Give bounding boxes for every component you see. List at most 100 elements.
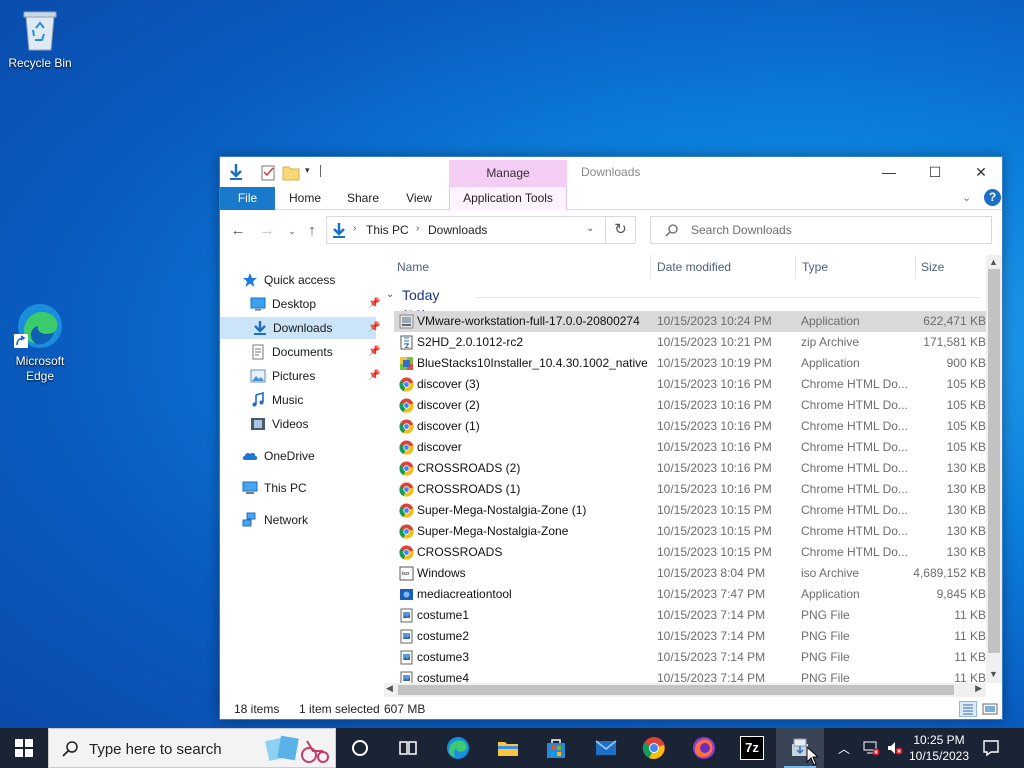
scroll-left-arrow-icon[interactable]: ◀ xyxy=(386,683,393,694)
file-row[interactable]: Super-Mega-Nostalgia-Zone (1) 10/15/2023 … xyxy=(394,500,986,521)
column-divider[interactable] xyxy=(795,255,796,279)
vertical-scroll-thumb[interactable] xyxy=(988,269,1000,653)
file-row[interactable]: CROSSROADS (2) 10/15/2023 10:16 PM Chrome … xyxy=(394,458,986,479)
file-row[interactable]: iso Windows 10/15/2023 8:04 PM iso Archive 4… xyxy=(394,563,986,584)
cortana-button[interactable] xyxy=(336,728,384,768)
taskbar-clock[interactable]: 10:25 PM 10/15/2023 xyxy=(908,732,970,764)
file-row[interactable]: CROSSROADS 10/15/2023 10:15 PM Chrome HTML… xyxy=(394,542,986,563)
nav-item-quick-access[interactable]: Quick access xyxy=(242,269,372,291)
tab-home[interactable]: Home xyxy=(282,187,328,210)
forward-arrow-icon[interactable]: → xyxy=(257,221,277,241)
nav-item-videos[interactable]: Videos xyxy=(250,413,376,435)
network-tray-icon[interactable] xyxy=(862,740,880,756)
breadcrumb-this-pc[interactable]: This PC xyxy=(366,223,409,237)
large-icons-view-icon[interactable] xyxy=(981,701,999,717)
task-view-button[interactable] xyxy=(384,728,432,768)
file-explorer-icon xyxy=(498,742,518,756)
horizontal-scrollbar[interactable]: ◀ ▶ xyxy=(384,683,986,697)
file-row[interactable]: costume1 10/15/2023 7:14 PM PNG File 11 KB xyxy=(394,605,986,626)
vertical-scrollbar[interactable]: ▲ ▼ xyxy=(986,255,1002,683)
file-row[interactable]: discover 10/15/2023 10:16 PM Chrome HTML D… xyxy=(394,437,986,458)
taskbar-store[interactable] xyxy=(532,728,580,768)
file-row[interactable]: discover (3) 10/15/2023 10:16 PM Chrome HT… xyxy=(394,374,986,395)
taskbar-search-input[interactable]: Type here to search xyxy=(89,741,222,758)
nav-item-this-pc[interactable]: This PC xyxy=(242,477,372,499)
recent-locations-chevron-icon[interactable]: ⌄ xyxy=(282,221,302,241)
nav-item-network[interactable]: Network xyxy=(242,509,372,531)
column-header-type[interactable]: Type xyxy=(802,255,828,279)
back-arrow-icon[interactable]: ← xyxy=(228,221,248,241)
show-hidden-icons-chevron-icon[interactable]: ︿ xyxy=(838,740,850,757)
column-header-date-modified[interactable]: Date modified xyxy=(657,255,731,279)
desktop-icon-recycle-bin[interactable]: Recycle Bin xyxy=(2,8,78,70)
scroll-up-arrow-icon[interactable]: ▲ xyxy=(989,257,998,267)
column-divider[interactable] xyxy=(915,255,916,279)
taskbar-file-explorer[interactable] xyxy=(484,728,532,768)
taskbar-chrome[interactable] xyxy=(630,728,678,768)
file-row[interactable]: VMware-workstation-full-17.0.0-20800274 1… xyxy=(394,311,986,332)
pin-icon: 📌 xyxy=(368,346,381,357)
scroll-down-arrow-icon[interactable]: ▼ xyxy=(989,669,998,679)
column-divider[interactable] xyxy=(650,255,651,279)
file-row[interactable]: costume2 10/15/2023 7:14 PM PNG File 11 KB xyxy=(394,626,986,647)
file-row[interactable]: BlueStacks10Installer_10.4.30.1002_nativ… xyxy=(394,353,986,374)
nav-item-documents[interactable]: Documents 📌 xyxy=(250,341,380,363)
file-name: costume3 xyxy=(417,650,470,664)
file-row[interactable]: discover (2) 10/15/2023 10:16 PM Chrome HT… xyxy=(394,395,986,416)
file-row[interactable]: CROSSROADS (1) 10/15/2023 10:16 PM Chrome … xyxy=(394,479,986,500)
details-view-icon[interactable] xyxy=(959,701,977,717)
taskbar-7zip[interactable]: 7z xyxy=(728,728,776,768)
horizontal-scroll-thumb[interactable] xyxy=(398,685,954,695)
address-dropdown-chevron-icon[interactable]: ⌄ xyxy=(586,223,594,234)
nav-item-onedrive[interactable]: OneDrive xyxy=(242,445,372,467)
start-button[interactable] xyxy=(0,728,48,768)
file-name: costume2 xyxy=(417,629,470,643)
search-input[interactable]: Search Downloads xyxy=(691,223,792,237)
tab-application-tools[interactable]: Application Tools xyxy=(449,187,567,210)
file-name: costume1 xyxy=(417,608,470,622)
collapse-chevron-icon[interactable]: ⌄ xyxy=(386,285,394,305)
minimize-button[interactable]: — xyxy=(866,157,912,187)
nav-item-pictures[interactable]: Pictures 📌 xyxy=(250,365,380,387)
taskbar-mail[interactable] xyxy=(582,728,630,768)
up-arrow-icon[interactable]: ↑ xyxy=(302,221,322,241)
breadcrumb-chevron-icon[interactable]: › xyxy=(416,223,419,234)
file-type: PNG File xyxy=(801,629,850,643)
taskbar-search-box[interactable]: Type here to search xyxy=(48,728,336,768)
scroll-right-arrow-icon[interactable]: ▶ xyxy=(975,683,982,694)
file-row[interactable]: Z S2HD_2.0.1012-rc2 10/15/2023 10:21 PM zip… xyxy=(394,332,986,353)
help-button[interactable]: ? xyxy=(984,189,1001,206)
properties-icon[interactable] xyxy=(260,162,276,182)
breadcrumb-downloads[interactable]: Downloads xyxy=(428,223,487,237)
new-folder-icon[interactable] xyxy=(282,162,300,182)
expand-ribbon-chevron-icon[interactable]: ⌄ xyxy=(962,191,971,204)
refresh-button[interactable]: ↻ xyxy=(606,216,636,244)
notifications-icon[interactable] xyxy=(982,739,1000,757)
title-bar[interactable]: ▾ Manage Downloads — ☐ ✕ xyxy=(220,157,1002,187)
tab-share[interactable]: Share xyxy=(338,187,388,210)
search-box[interactable]: Search Downloads xyxy=(650,216,992,244)
file-row[interactable]: costume3 10/15/2023 7:14 PM PNG File 11 KB xyxy=(394,647,986,668)
file-row[interactable]: Super-Mega-Nostalgia-Zone 10/15/2023 10:1… xyxy=(394,521,986,542)
desktop-icon-edge[interactable]: Microsoft Edge xyxy=(2,302,78,384)
downloads-arrow-icon xyxy=(254,321,266,335)
column-header-name[interactable]: Name xyxy=(397,255,429,279)
customize-toolbar-chevron-icon[interactable]: ▾ xyxy=(305,165,310,185)
nav-item-music[interactable]: Music xyxy=(250,389,376,411)
column-header-size[interactable]: Size xyxy=(921,255,944,279)
file-row[interactable]: mediacreationtool 10/15/2023 7:47 PM Appli… xyxy=(394,584,986,605)
nav-item-downloads[interactable]: Downloads 📌 xyxy=(220,317,380,339)
manage-contextual-tab[interactable]: Manage xyxy=(449,160,567,187)
taskbar-firefox[interactable] xyxy=(680,728,728,768)
nav-item-desktop[interactable]: Desktop 📌 xyxy=(250,293,380,315)
close-button[interactable]: ✕ xyxy=(958,157,1004,187)
tab-view[interactable]: View xyxy=(397,187,441,210)
maximize-button[interactable]: ☐ xyxy=(912,157,958,187)
address-bar[interactable]: › This PC › Downloads ⌄ xyxy=(326,216,606,244)
breadcrumb-chevron-icon[interactable]: › xyxy=(353,223,356,234)
volume-muted-icon[interactable] xyxy=(886,740,904,756)
tab-file[interactable]: File xyxy=(220,187,275,210)
file-row[interactable]: discover (1) 10/15/2023 10:16 PM Chrome HT… xyxy=(394,416,986,437)
taskbar-edge[interactable] xyxy=(434,728,482,768)
file-size: 11 KB xyxy=(954,650,986,664)
